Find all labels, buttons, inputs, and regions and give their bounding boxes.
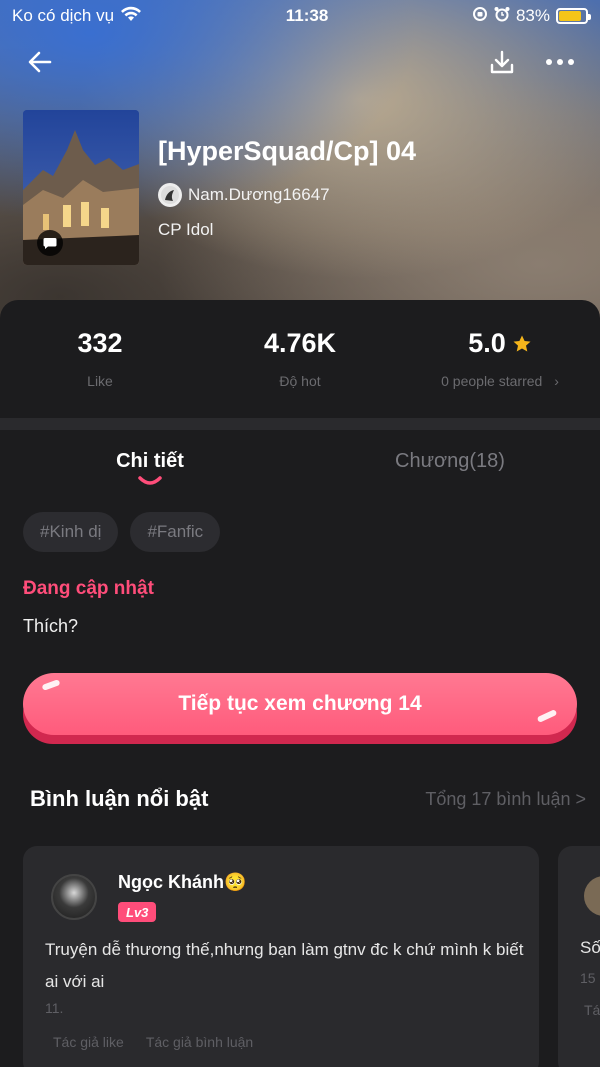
stat-likes: 332 Like: [0, 300, 200, 420]
stats-panel: 332 Like 4.76K Độ hot 5.0 0 people starr…: [0, 300, 600, 420]
comments-header: Bình luận nổi bật Tổng 17 bình luận >: [30, 786, 586, 812]
comment-date: 15: [580, 970, 596, 986]
commenter-avatar[interactable]: [51, 874, 97, 920]
commenter-name[interactable]: Ngọc Khánh🥺: [118, 872, 246, 893]
book-genre: CP Idol: [158, 220, 214, 239]
update-status: Đang cập nhật: [23, 578, 154, 599]
book-cover[interactable]: [23, 110, 139, 265]
status-left: Ko có dịch vụ: [12, 6, 142, 27]
tab-chapters[interactable]: Chương(18): [300, 440, 600, 496]
wifi-icon: [120, 6, 142, 27]
comments-title: Bình luận nổi bật: [30, 786, 209, 811]
hot-value: 4.76K: [263, 328, 337, 358]
chevron-right-icon: ›: [554, 373, 559, 389]
book-title: [HyperSquad/Cp] 04: [158, 136, 417, 166]
comment-date: 11.: [45, 1000, 64, 1016]
tag-item[interactable]: #Kinh dị: [23, 512, 119, 552]
more-horizontal-icon: [546, 59, 574, 65]
continue-reading-button[interactable]: Tiếp tục xem chương 14: [23, 673, 577, 735]
tag-list: #Kinh dị #Fanfic: [23, 512, 221, 552]
more-button[interactable]: [544, 46, 576, 78]
comment-card[interactable]: Số 15 Tá: [558, 846, 600, 1067]
hot-label: Độ hot: [279, 373, 321, 389]
stat-hot: 4.76K Độ hot: [200, 300, 400, 420]
rating-value: 5.0: [468, 328, 506, 358]
tab-chapters-label: Chương(18): [395, 450, 505, 472]
battery-percent: 83%: [515, 6, 550, 25]
back-button[interactable]: [24, 46, 56, 78]
commenter-avatar[interactable]: [584, 876, 600, 916]
comment-text: Truyện dễ thương thế,nhưng bạn làm gtnv …: [45, 940, 524, 991]
author-name: Nam.Dương16647: [188, 185, 330, 204]
book-description: Thích?: [23, 616, 79, 636]
arrow-left-icon: [28, 51, 52, 73]
chat-bubble-icon: [37, 230, 63, 256]
section-divider: [0, 418, 600, 430]
comment-author-actions: Tác giả like Tác giả bình luận: [53, 1034, 253, 1050]
stat-rating[interactable]: 5.0 0 people starred ›: [400, 300, 600, 420]
tab-bar: Chi tiết Chương(18): [0, 440, 600, 496]
comment-text: Số: [580, 938, 600, 957]
download-button[interactable]: [486, 46, 518, 78]
tab-active-indicator: [138, 476, 162, 485]
clock: 11:38: [285, 6, 329, 25]
star-icon: [513, 335, 531, 351]
nav-bar: [0, 40, 600, 84]
level-badge: Lv3: [118, 902, 157, 922]
carrier-text: Ko có dịch vụ: [12, 6, 115, 25]
likes-label: Like: [87, 373, 113, 389]
battery-fill: [558, 11, 581, 21]
tab-details-label: Chi tiết: [116, 450, 184, 472]
author-row[interactable]: Nam.Dương16647: [158, 183, 330, 207]
author-avatar: [158, 183, 182, 207]
comments-total-link[interactable]: Tổng 17 bình luận >: [425, 789, 586, 810]
comment-card[interactable]: Ngọc Khánh🥺 Lv3 Truyện dễ thương thế,như…: [23, 846, 539, 1067]
rating-count: 0 people starred: [441, 373, 543, 389]
rating-count-row: 0 people starred ›: [441, 373, 559, 389]
orientation-lock-icon: [472, 6, 488, 27]
likes-value: 332: [77, 328, 123, 358]
download-icon: [490, 50, 514, 74]
author-like-tag: Tác giả like: [53, 1034, 124, 1050]
tab-details[interactable]: Chi tiết: [0, 440, 300, 496]
nav-actions: [486, 46, 576, 78]
battery-icon: [555, 8, 591, 24]
tag-item[interactable]: #Fanfic: [130, 512, 221, 552]
author-reply-tag: Tác giả bình luận: [145, 1034, 254, 1050]
status-bar: Ko có dịch vụ 11:38 83%: [0, 0, 600, 32]
rating-value-row: 5.0: [468, 328, 532, 359]
status-right: 83%: [472, 6, 591, 27]
author-like-tag: Tá: [584, 1002, 600, 1018]
alarm-icon: [494, 6, 510, 27]
